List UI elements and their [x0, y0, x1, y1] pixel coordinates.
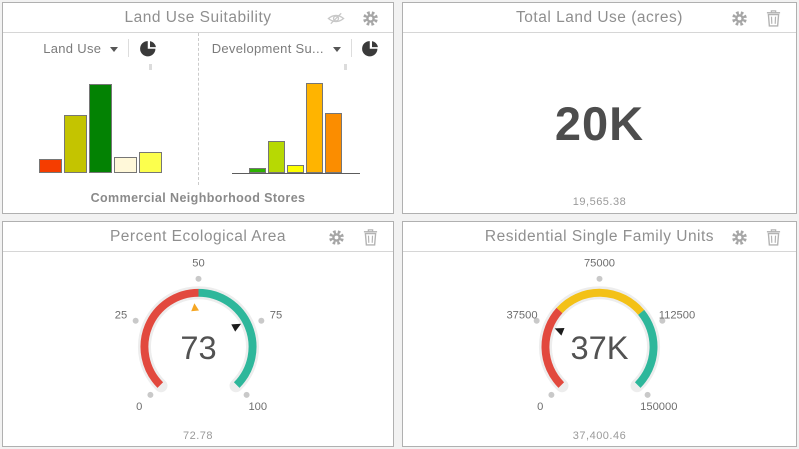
pie-chart-icon[interactable]: [362, 39, 380, 57]
x-axis-line: [232, 173, 360, 174]
land-use-bar-chart: [3, 63, 198, 185]
gear-icon[interactable]: [730, 228, 748, 246]
gear-icon[interactable]: [327, 228, 345, 246]
chart-caption: Commercial Neighborhood Stores: [3, 185, 393, 213]
gauge-tick-dot: [132, 318, 138, 324]
dashboard: Land Use Suitability: [0, 0, 799, 449]
gauge-tick-label: 112500: [659, 309, 695, 321]
bar-land-use-bars-3: [89, 84, 112, 173]
gear-icon[interactable]: [361, 9, 379, 27]
gauge-tick-label: 37500: [506, 309, 537, 321]
trash-icon[interactable]: [764, 9, 782, 27]
bar-development-suitability-bars-4: [306, 83, 323, 173]
panel-total-land-use: Total Land Use (acres): [402, 2, 797, 214]
separator: [351, 39, 352, 57]
gauge-tick-label: 75000: [584, 258, 615, 270]
gauge-value: 73: [180, 329, 216, 366]
gauge-body: 0 25 50 75 100 73 72.78: [3, 252, 393, 447]
bar-group: [3, 84, 198, 173]
development-suitability-bar-chart: [199, 63, 394, 185]
gauge-tick-label: 100: [248, 401, 267, 413]
bar-development-suitability-bars-2: [268, 141, 285, 173]
panel-residential-single-family-units: Residential Single Family Units: [402, 221, 797, 447]
gauge-tick-dot: [147, 392, 153, 398]
gauge-tick-label: 150000: [640, 401, 677, 413]
gauge-tick-dot: [243, 392, 249, 398]
panel-header: Land Use Suitability: [3, 3, 393, 33]
gauge-value: 37K: [570, 329, 628, 366]
gauge-secondary-value: 72.78: [3, 430, 393, 442]
gauge-tick-label: 0: [136, 401, 142, 413]
gauge-tick-label: 0: [537, 401, 543, 413]
bar-group: [199, 83, 394, 173]
hidden-eye-icon[interactable]: [327, 9, 345, 27]
indicator-secondary-value: 19,565.38: [403, 196, 796, 208]
gear-icon[interactable]: [730, 9, 748, 27]
dual-chart-body: Land Use: [3, 33, 393, 185]
development-suitability-dropdown[interactable]: Development Su...: [212, 41, 341, 56]
dropdown-label: Land Use: [43, 41, 101, 56]
gauge-tick-label: 50: [192, 258, 204, 270]
bar-development-suitability-bars-5: [325, 113, 342, 173]
indicator-body: 20K 19,565.38: [403, 33, 796, 213]
gauge-tick-dot: [548, 392, 554, 398]
bar-land-use-bars-2: [64, 115, 87, 173]
panel-header: Percent Ecological Area: [3, 222, 393, 252]
gauge-tick-label: 25: [114, 309, 126, 321]
chevron-down-icon: [110, 47, 118, 52]
gauge-body: 0 37500 75000 112500 150000 37K 37,400.46: [403, 252, 796, 447]
bar-land-use-bars-4: [114, 157, 137, 173]
trash-icon[interactable]: [764, 228, 782, 246]
chart-scrollbar[interactable]: [149, 64, 152, 70]
gauge-tick-label: 75: [269, 309, 281, 321]
bar-land-use-bars-5: [139, 152, 162, 173]
land-use-dropdown[interactable]: Land Use: [43, 41, 118, 56]
residential-units-gauge: 0 37500 75000 112500 150000 37K: [497, 261, 702, 414]
chevron-down-icon: [333, 47, 341, 52]
panel-header: Total Land Use (acres): [403, 3, 796, 33]
gauge-target-marker: [190, 303, 199, 311]
pie-chart-icon[interactable]: [139, 39, 157, 57]
chart-scrollbar[interactable]: [344, 64, 347, 70]
gauge-tick-dot: [195, 276, 201, 282]
trash-icon[interactable]: [361, 228, 379, 246]
panel-percent-ecological-area: Percent Ecological Area: [2, 221, 394, 447]
percent-ecological-gauge: 0 25 50 75 100 73: [96, 261, 301, 414]
gauge-tick-dot: [597, 276, 603, 282]
gauge-secondary-value: 37,400.46: [403, 430, 796, 442]
panel-land-use-suitability: Land Use Suitability: [2, 2, 394, 214]
dropdown-label: Development Su...: [212, 41, 324, 56]
chart-column-land-use: Land Use: [3, 33, 198, 185]
bar-development-suitability-bars-3: [287, 165, 304, 174]
separator: [128, 39, 129, 57]
chart-column-development-suitability: Development Su...: [198, 33, 394, 185]
bar-land-use-bars-1: [39, 159, 62, 173]
gauge-tick-dot: [645, 392, 651, 398]
bar-development-suitability-bars-1: [249, 168, 266, 173]
panel-header: Residential Single Family Units: [403, 222, 796, 252]
indicator-value: 20K: [555, 96, 644, 151]
gauge-tick-dot: [258, 318, 264, 324]
